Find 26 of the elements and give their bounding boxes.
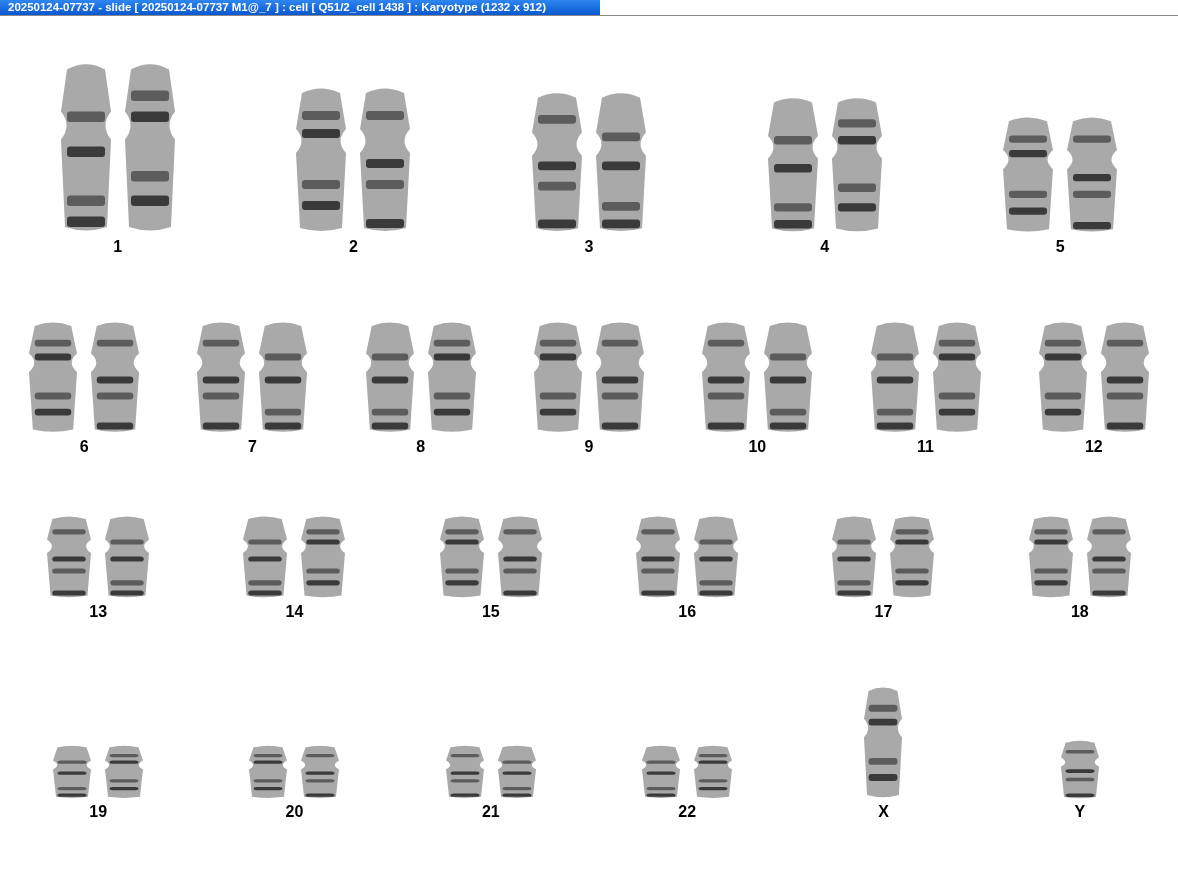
chromosome-label: 8 [416, 438, 426, 456]
chromosome-label: 12 [1084, 438, 1103, 456]
window-title: 20250124-07737 - slide [ 20250124-07737 M1@_7 ] : cell [ Q51/2_cell 1438 ] : Karyotype (1232 x 912) [0, 0, 600, 15]
chromosome-label: 1 [113, 238, 123, 256]
chromosome-label: 22 [678, 803, 697, 821]
chromosome-label: 2 [348, 238, 358, 256]
chromosome-label: 5 [1055, 238, 1065, 256]
chromosome-label: 20 [285, 803, 304, 821]
chromosome-label: 11 [917, 438, 934, 456]
chromosome-label: 16 [678, 603, 697, 621]
chromosome-label: 10 [748, 438, 767, 456]
chromosome-label: 7 [247, 438, 257, 456]
chromosome-label: 14 [285, 603, 304, 621]
chromosome-label: 6 [79, 438, 89, 456]
chromosome-label: 13 [89, 603, 108, 621]
chromosome-label: 3 [584, 238, 594, 256]
chromosome-label: 4 [820, 238, 830, 256]
chromosome-label: 17 [874, 603, 893, 621]
chromosome-label: 21 [481, 803, 500, 821]
chromosome-drawing [1060, 738, 1099, 799]
chromosome-label: 9 [584, 438, 594, 456]
chromosome-label: X [878, 803, 889, 821]
chromosome-label: 19 [89, 803, 108, 821]
chromosome-label: 18 [1070, 603, 1089, 621]
chromosome-label: Y [1074, 803, 1086, 821]
chromosome-label: 15 [481, 603, 500, 621]
